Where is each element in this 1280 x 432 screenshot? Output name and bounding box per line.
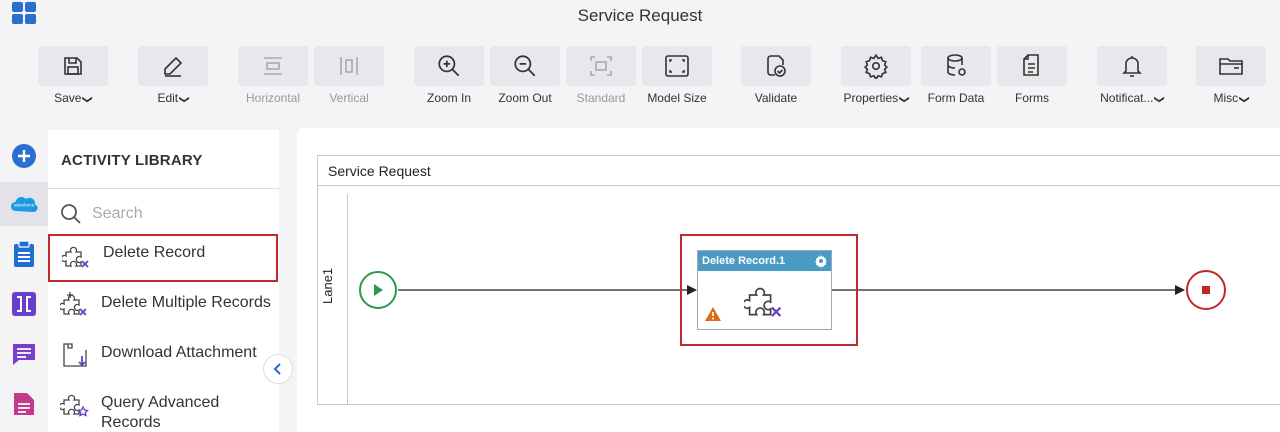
chat-icon <box>13 344 35 365</box>
add-icon <box>12 144 36 168</box>
app-header: Service Request <box>0 0 1280 36</box>
vertical-icon <box>340 57 358 75</box>
library-title: ACTIVITY LIBRARY <box>61 152 203 169</box>
validate-button[interactable]: Validate <box>741 46 811 106</box>
edit-label: Edit <box>157 91 179 105</box>
vertical-button[interactable]: Vertical <box>314 46 384 106</box>
rail-bracket[interactable] <box>0 282 48 326</box>
bell-icon <box>1122 56 1142 77</box>
activity-selection-highlight <box>680 234 858 346</box>
download-attachment-icon <box>63 343 87 367</box>
validate-label: Validate <box>754 91 798 105</box>
save-icon <box>64 57 82 75</box>
library-item-label: Delete Record <box>103 244 206 261</box>
arrow-head <box>1175 285 1185 295</box>
puzzle-delete-icon <box>62 246 89 268</box>
chevron-left-icon <box>273 363 281 375</box>
library-item-label: Download Attachment <box>101 344 257 361</box>
toolbar: Save❯ Edit❯ Horizontal Vertical Zoom In … <box>0 36 1280 110</box>
document-icon <box>14 393 34 415</box>
activity-library: ACTIVITY LIBRARY Delete Record Delete Mu… <box>48 130 279 432</box>
standard-icon <box>590 56 612 76</box>
library-item-delete-record[interactable]: Delete Record <box>48 234 278 282</box>
clipboard-icon <box>14 240 34 267</box>
rail-document[interactable] <box>0 382 48 426</box>
end-event[interactable] <box>1186 270 1226 310</box>
chevron-down-icon: ❯ <box>1154 95 1166 104</box>
collapse-library-button[interactable] <box>263 354 293 384</box>
rail-salesforce[interactable]: salesforce <box>0 182 48 226</box>
start-event[interactable] <box>359 271 397 309</box>
misc-label: Misc <box>1213 91 1239 105</box>
form-data-label: Form Data <box>927 91 985 105</box>
stop-icon <box>1202 286 1210 294</box>
save-button[interactable]: Save❯ <box>38 46 108 106</box>
notifications-button[interactable]: Notificat...❯ <box>1097 46 1167 106</box>
form-data-button[interactable]: Form Data <box>921 46 991 106</box>
search-input[interactable] <box>92 205 262 223</box>
rail-clipboard[interactable] <box>0 232 48 276</box>
rail-add[interactable] <box>0 134 48 178</box>
zoom-in-icon <box>438 55 460 77</box>
chevron-down-icon: ❯ <box>82 95 94 104</box>
forms-button[interactable]: Forms <box>997 46 1067 106</box>
edit-button[interactable]: Edit❯ <box>138 46 208 106</box>
horizontal-button[interactable]: Horizontal <box>238 46 308 106</box>
chevron-down-icon: ❯ <box>1238 95 1250 104</box>
page-title: Service Request <box>577 6 703 25</box>
standard-button[interactable]: Standard <box>566 46 636 106</box>
database-icon <box>947 54 966 76</box>
standard-label: Standard <box>576 91 626 105</box>
puzzle-delete-multiple-icon <box>60 292 87 316</box>
misc-button[interactable]: Misc❯ <box>1196 46 1266 106</box>
salesforce-text: salesforce <box>14 203 35 208</box>
validate-icon <box>767 55 786 77</box>
library-item-label: Query Advanced Records <box>101 394 220 431</box>
vertical-label: Vertical <box>329 91 369 105</box>
process-canvas[interactable]: Service Request Lane1 Delete Record.1 <box>297 128 1280 432</box>
library-item-query-advanced-records[interactable]: Query Advanced Records <box>48 384 279 432</box>
model-size-label: Model Size <box>647 91 707 105</box>
zoom-in-label: Zoom In <box>426 91 471 105</box>
zoom-out-button[interactable]: Zoom Out <box>490 46 560 106</box>
horizontal-label: Horizontal <box>245 91 301 105</box>
properties-label: Properties <box>843 91 899 105</box>
library-divider <box>48 188 279 189</box>
library-search <box>60 202 270 226</box>
model-size-button[interactable]: Model Size <box>642 46 712 106</box>
search-icon <box>61 204 81 224</box>
library-item-label: Delete Multiple Records <box>101 294 271 311</box>
chevron-down-icon: ❯ <box>898 95 910 104</box>
edit-icon <box>164 56 183 77</box>
forms-icon <box>1023 54 1039 76</box>
forms-label: Forms <box>1015 91 1049 105</box>
properties-button[interactable]: Properties❯ <box>841 46 911 106</box>
puzzle-query-icon <box>60 394 89 417</box>
zoom-in-button[interactable]: Zoom In <box>414 46 484 106</box>
folder-icon <box>1219 58 1243 75</box>
bracket-icon <box>12 292 36 316</box>
horizontal-icon <box>264 57 282 75</box>
rail-chat[interactable] <box>0 332 48 376</box>
save-label: Save <box>54 91 82 105</box>
model-size-icon <box>665 55 689 77</box>
chevron-down-icon: ❯ <box>178 95 190 104</box>
library-item-delete-multiple-records[interactable]: Delete Multiple Records <box>48 284 279 332</box>
zoom-out-icon <box>514 55 536 77</box>
library-item-download-attachment[interactable]: Download Attachment <box>48 334 279 382</box>
salesforce-icon: salesforce <box>11 197 38 212</box>
notifications-label: Notificat... <box>1100 91 1154 105</box>
gear-icon <box>864 53 888 79</box>
left-rail: salesforce <box>0 130 48 432</box>
zoom-out-label: Zoom Out <box>498 91 552 105</box>
